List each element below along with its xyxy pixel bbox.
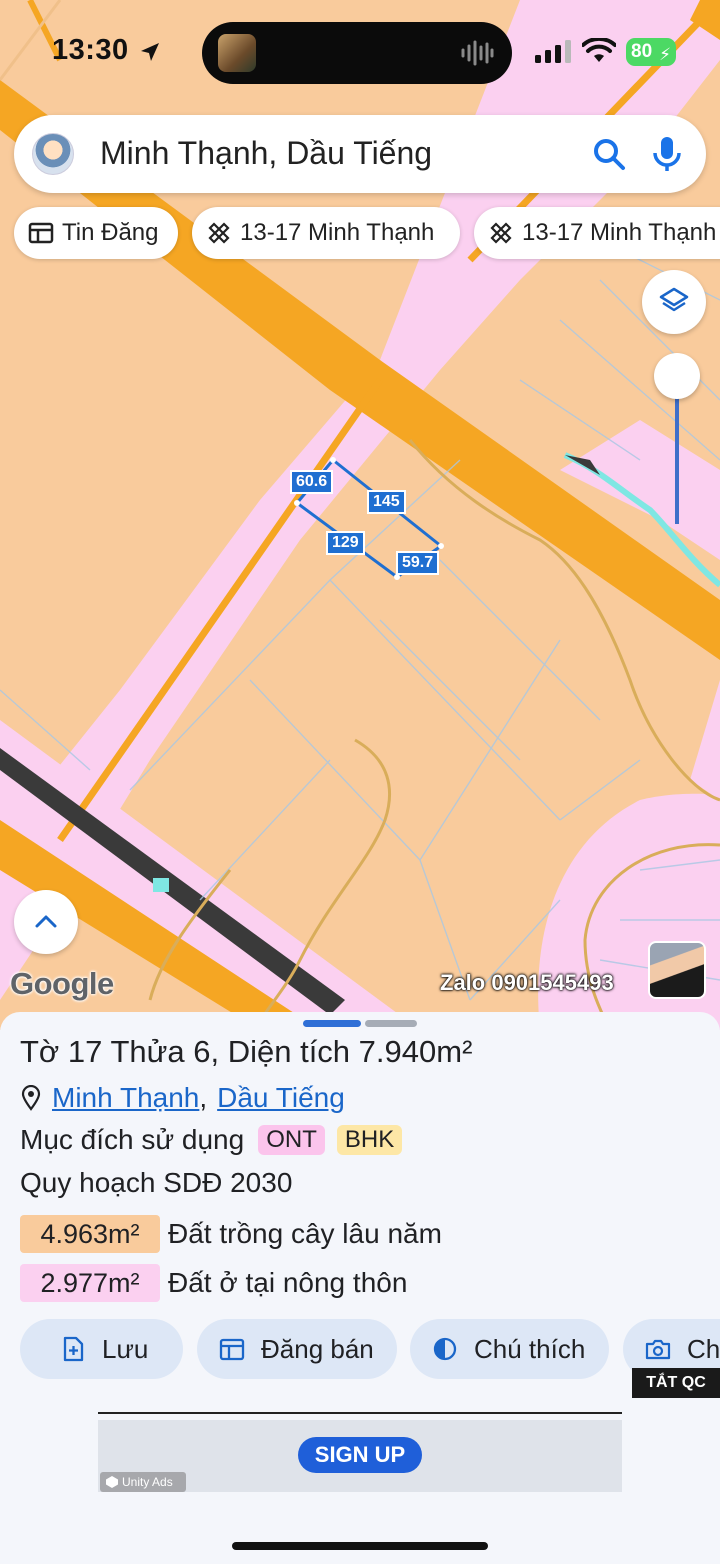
avatar[interactable] <box>32 133 74 175</box>
action-label: Lưu <box>102 1333 149 1364</box>
post-sale-button[interactable]: Đăng bán <box>197 1319 397 1379</box>
legend-icon <box>433 1337 457 1361</box>
district-link[interactable]: Dầu Tiếng <box>217 1082 345 1114</box>
location-separator: , <box>199 1082 208 1113</box>
edge-label: 60.6 <box>290 470 334 494</box>
wifi-icon <box>582 38 616 62</box>
chip-parcel[interactable]: 13-17 Minh Thạnh <box>474 207 720 259</box>
land-use-tag[interactable]: BHK <box>336 1125 403 1155</box>
zoning-plan-label: Quy hoạch SDĐ 2030 <box>20 1167 293 1198</box>
land-use-row: Mục đích sử dụng ONT BHK <box>20 1124 403 1156</box>
layers-icon <box>659 287 689 312</box>
screen: 60.6 145 129 59.7 13:30 80 ⚡ Minh Thạnh,… <box>0 0 720 1564</box>
charging-bolt-icon: ⚡ <box>659 45 671 64</box>
ad-signup-button[interactable]: SIGN UP <box>298 1437 422 1473</box>
location-arrow-icon <box>141 43 159 61</box>
zone-label: Đất trồng cây lâu năm <box>168 1218 442 1249</box>
plot-label: Thửa <box>110 1034 185 1069</box>
audio-wave-icon <box>461 40 494 66</box>
map-pin-icon <box>21 1085 41 1111</box>
ad-banner[interactable]: SIGN UP Unity Ads <box>98 1420 622 1492</box>
chip-label: Tin Đăng <box>62 219 159 246</box>
chip-listings[interactable]: Tin Đăng <box>14 207 178 259</box>
ad-brand-label: Unity Ads <box>122 1475 173 1489</box>
pond <box>153 878 169 892</box>
parcel-icon <box>208 222 230 244</box>
unity-logo-icon <box>106 1476 118 1488</box>
sheet-number: 17 <box>67 1034 103 1069</box>
sheet-handle[interactable] <box>365 1020 417 1027</box>
hide-ads-button[interactable]: TẮT QC <box>632 1368 720 1398</box>
opacity-slider-track[interactable] <box>675 378 679 524</box>
commune-link[interactable]: Minh Thạnh <box>52 1082 199 1114</box>
dynamic-island[interactable] <box>202 22 512 84</box>
residential-patch <box>690 680 720 800</box>
sheet-handle[interactable] <box>303 1020 361 1027</box>
zone-label: Đất ở tại nông thôn <box>168 1267 408 1298</box>
watermark-photo <box>648 941 706 999</box>
camera-icon <box>645 1339 671 1360</box>
search-icon[interactable] <box>592 137 626 171</box>
zone-row: 4.963m² Đất trồng cây lâu năm <box>20 1215 442 1253</box>
home-indicator[interactable] <box>232 1542 488 1550</box>
expand-button[interactable] <box>14 890 78 954</box>
chevron-up-icon <box>35 915 57 928</box>
chip-label: 13-17 Minh Thạnh <box>240 219 435 246</box>
legend-button[interactable]: Chú thích <box>410 1319 609 1379</box>
location-row: Minh Thạnh, Dầu Tiếng <box>20 1082 345 1114</box>
listing-icon <box>28 222 54 244</box>
zone-area: 4.963m² <box>20 1215 160 1253</box>
edge-label: 129 <box>326 531 365 555</box>
action-label: Chú thích <box>474 1333 586 1364</box>
battery-indicator: 80 ⚡ <box>626 38 676 66</box>
chip-parcel[interactable]: 13-17 Minh Thạnh <box>192 207 460 259</box>
status-time: 13:30 <box>52 34 129 66</box>
ad-brand-badge: Unity Ads <box>100 1472 186 1492</box>
save-button[interactable]: Lưu <box>20 1319 183 1379</box>
title-prefix: Tờ <box>20 1034 60 1069</box>
action-label: Đăng bán <box>261 1333 374 1364</box>
post-sale-icon <box>219 1338 245 1361</box>
watermark-text: Zalo 0901545493 <box>440 970 614 995</box>
parcel-title: Tờ 17 Thửa 6, Diện tích 7.940m² <box>20 1034 472 1070</box>
search-input[interactable]: Minh Thạnh, Dầu Tiếng <box>100 135 432 172</box>
opacity-slider-handle[interactable] <box>654 353 700 399</box>
parcel-icon <box>490 222 512 244</box>
chip-label: 13-17 Minh Thạnh <box>522 219 717 246</box>
ad-divider <box>98 1412 622 1414</box>
cellular-signal-icon <box>535 40 571 63</box>
land-use-label: Mục đích sử dụng <box>20 1124 245 1155</box>
layers-button[interactable] <box>642 270 706 334</box>
edge-label: 59.7 <box>396 551 440 575</box>
area-label: , Diện tích <box>210 1034 351 1069</box>
road-minor <box>57 378 383 842</box>
battery-level: 80 <box>631 41 653 62</box>
action-label: Ch <box>687 1333 720 1364</box>
now-playing-thumbnail <box>218 34 256 72</box>
search-bar[interactable]: Minh Thạnh, Dầu Tiếng <box>14 115 706 193</box>
google-logo: Google <box>10 966 114 1001</box>
area-value: 7.940m² <box>358 1034 473 1069</box>
edge-label: 145 <box>367 490 406 514</box>
parcel-info-sheet[interactable]: Tờ 17 Thửa 6, Diện tích 7.940m² Minh Thạ… <box>0 1012 720 1564</box>
land-use-tag[interactable]: ONT <box>258 1125 325 1155</box>
save-icon <box>63 1336 84 1362</box>
microphone-icon[interactable] <box>650 135 684 173</box>
zone-area: 2.977m² <box>20 1264 160 1302</box>
zone-row: 2.977m² Đất ở tại nông thôn <box>20 1264 407 1302</box>
plot-number: 6 <box>193 1034 211 1069</box>
